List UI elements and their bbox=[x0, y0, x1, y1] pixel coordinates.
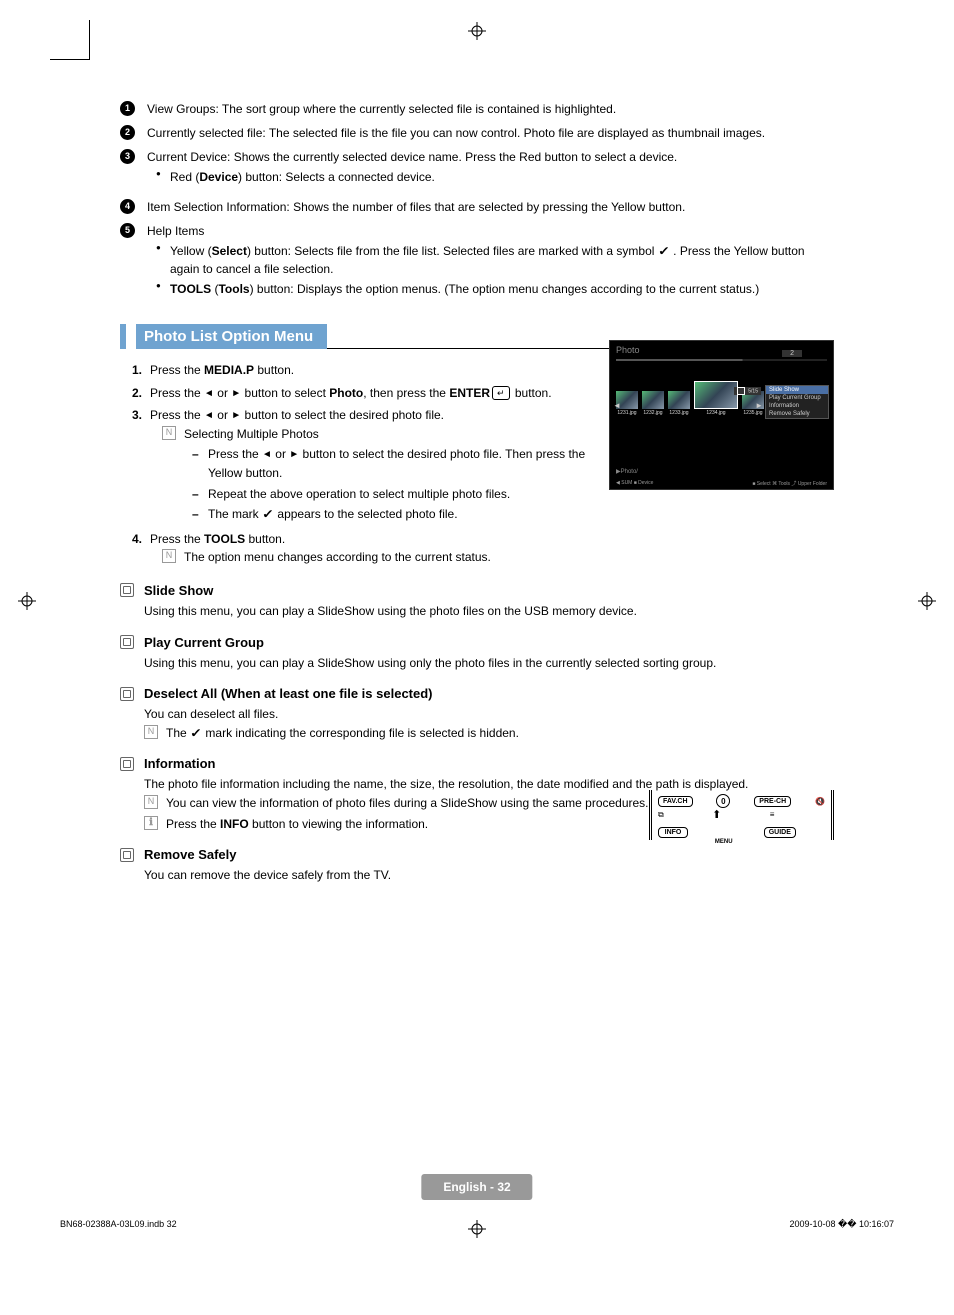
step3-dash2: Repeat the above operation to select mul… bbox=[192, 485, 622, 504]
crop-mark-tl bbox=[50, 20, 90, 60]
q-slide-show: Slide Show Using this menu, you can play… bbox=[120, 583, 834, 621]
step-num-3: 3. bbox=[132, 406, 150, 425]
q-remove-safely: Remove Safely You can remove the device … bbox=[120, 847, 834, 885]
remote-menu-cluster: MENU bbox=[715, 821, 737, 843]
note-icon: N bbox=[144, 795, 158, 809]
remote-info-button: INFO bbox=[658, 827, 688, 838]
tv-menu-item: Play Current Group bbox=[766, 394, 828, 402]
remote-prech-button: PRE-CH bbox=[754, 796, 791, 807]
tv-menu-item: Information bbox=[766, 402, 828, 410]
step3-dash1: Press the ◄ or ► button to select the de… bbox=[192, 445, 622, 482]
step-3: Press the ◄ or ► button to select the de… bbox=[150, 406, 444, 425]
tv-progress-bar bbox=[616, 359, 827, 361]
check-icon: ✓ bbox=[658, 242, 670, 260]
q-icon bbox=[120, 635, 134, 649]
tv-tools-menu: Slide Show Play Current Group Informatio… bbox=[765, 385, 829, 419]
def-5-sub1: Yellow (Select) button: Selects file fro… bbox=[156, 242, 834, 278]
step3-dash3: The mark ✓ appears to the selected photo… bbox=[192, 505, 622, 524]
note-icon: N bbox=[144, 725, 158, 739]
remote-source-icon: ⧉ bbox=[658, 810, 664, 820]
info-square-icon: ℹ bbox=[144, 816, 158, 830]
def-num-3: 3 bbox=[120, 149, 135, 164]
info-note2: Press the INFO button to viewing the inf… bbox=[166, 815, 428, 834]
def-num-1: 1 bbox=[120, 101, 135, 116]
tv-bottom-left: ◀ SUM ■ Device bbox=[616, 480, 653, 487]
q-icon bbox=[120, 583, 134, 597]
def-3-sub: Red (Device) button: Selects a connected… bbox=[156, 168, 435, 186]
remote-list-icon: ≡ bbox=[770, 810, 775, 819]
def-5-sub2: TOOLS (Tools) button: Displays the optio… bbox=[156, 280, 834, 298]
left-arrow-icon: ◄ bbox=[262, 447, 272, 463]
step3-note: Selecting Multiple Photos bbox=[184, 425, 319, 444]
remote-cursor-up-icon: ⬆ bbox=[712, 808, 721, 821]
def-num-5: 5 bbox=[120, 223, 135, 238]
right-arrow-icon: ► bbox=[231, 408, 241, 424]
tv-left-arrow-icon: ◄ bbox=[613, 401, 621, 410]
q-title-deselect: Deselect All (When at least one file is … bbox=[144, 686, 433, 701]
tv-path: ▶Photo/ bbox=[616, 468, 638, 475]
def-text-5: Help Items bbox=[147, 222, 204, 240]
q-body-deselect: You can deselect all files. bbox=[144, 705, 834, 724]
enter-icon: ↵ bbox=[492, 386, 510, 400]
step-4: Press the TOOLS button. bbox=[150, 530, 285, 549]
right-arrow-icon: ► bbox=[231, 386, 241, 402]
tv-bottom-bar: ◀ SUM ■ Device ■ Select ⌘ Tools ⤴ Upper … bbox=[610, 480, 833, 487]
def-text-4: Item Selection Information: Shows the nu… bbox=[147, 198, 685, 216]
info-note1: You can view the information of photo fi… bbox=[166, 794, 649, 813]
remote-guide-button: GUIDE bbox=[764, 827, 796, 838]
q-body-slide: Using this menu, you can play a SlideSho… bbox=[120, 602, 834, 621]
tv-bottom-right: ■ Select ⌘ Tools ⤴ Upper Folder bbox=[752, 480, 827, 487]
def-num-2: 2 bbox=[120, 125, 135, 140]
remote-favch-button: FAV.CH bbox=[658, 796, 693, 807]
step4-note: The option menu changes according to the… bbox=[184, 548, 491, 567]
step-1: Press the MEDIA.P button. bbox=[150, 361, 294, 380]
tv-menu-item: Slide Show bbox=[766, 386, 828, 394]
q-deselect: Deselect All (When at least one file is … bbox=[120, 686, 834, 742]
q-play-group: Play Current Group Using this menu, you … bbox=[120, 635, 834, 673]
left-arrow-icon: ◄ bbox=[204, 408, 214, 424]
tv-right-arrow-icon: ► bbox=[755, 401, 763, 410]
check-icon: ✓ bbox=[262, 505, 274, 524]
deselect-note: The ✓ mark indicating the corresponding … bbox=[166, 724, 519, 743]
print-meta-left: BN68-02388A-03L09.indb 32 bbox=[60, 1219, 177, 1230]
q-icon bbox=[120, 848, 134, 862]
print-meta-right: 2009-10-08 �� 10:16:07 bbox=[789, 1219, 894, 1230]
q-icon bbox=[120, 687, 134, 701]
q-icon bbox=[120, 757, 134, 771]
tv-counter: 5/15 bbox=[734, 387, 761, 395]
remote-clip: FAV.CH 0 PRE-CH 🔇 ⧉ ⬆ ≡ INFO MENU GUIDE bbox=[649, 790, 834, 840]
remote-zero-button: 0 bbox=[716, 794, 730, 808]
note-icon: N bbox=[162, 549, 176, 563]
q-title-info: Information bbox=[144, 756, 216, 771]
remote-mute-icon: 🔇 bbox=[815, 797, 825, 806]
check-icon: ✓ bbox=[190, 724, 202, 743]
step-num-4: 4. bbox=[132, 530, 150, 549]
registration-mark-left bbox=[18, 592, 36, 610]
note-icon: N bbox=[162, 426, 176, 440]
title-accent-bar bbox=[120, 324, 126, 349]
q-body-group: Using this menu, you can play a SlideSho… bbox=[120, 654, 834, 673]
registration-mark-right bbox=[918, 592, 936, 610]
def-text-3: Current Device: Shows the currently sele… bbox=[147, 148, 677, 166]
definitions-list: 1 View Groups: The sort group where the c… bbox=[120, 100, 834, 304]
def-text-1: View Groups: The sort group where the cu… bbox=[147, 100, 616, 118]
left-arrow-icon: ◄ bbox=[204, 386, 214, 402]
tv-menu-item: Remove Safely bbox=[766, 410, 828, 418]
print-meta: BN68-02388A-03L09.indb 32 2009-10-08 �� … bbox=[60, 1219, 894, 1230]
def-text-2: Currently selected file: The selected fi… bbox=[147, 124, 765, 142]
def-num-4: 4 bbox=[120, 199, 135, 214]
step-num-1: 1. bbox=[132, 361, 150, 380]
registration-mark-top bbox=[468, 22, 486, 40]
q-title-slide: Slide Show bbox=[144, 583, 213, 598]
tv-screenshot: Photo 5/15 ◄ 1231.jpg 1232.jpg 1233.jpg … bbox=[609, 340, 834, 490]
section-title: Photo List Option Menu bbox=[136, 324, 327, 349]
q-title-group: Play Current Group bbox=[144, 635, 264, 650]
step-num-2: 2. bbox=[132, 384, 150, 403]
step-2: Press the ◄ or ► button to select Photo,… bbox=[150, 384, 552, 403]
right-arrow-icon: ► bbox=[289, 447, 299, 463]
page-footer: English - 32 bbox=[421, 1174, 532, 1200]
q-body-remove: You can remove the device safely from th… bbox=[120, 866, 834, 885]
q-title-remove: Remove Safely bbox=[144, 847, 237, 862]
